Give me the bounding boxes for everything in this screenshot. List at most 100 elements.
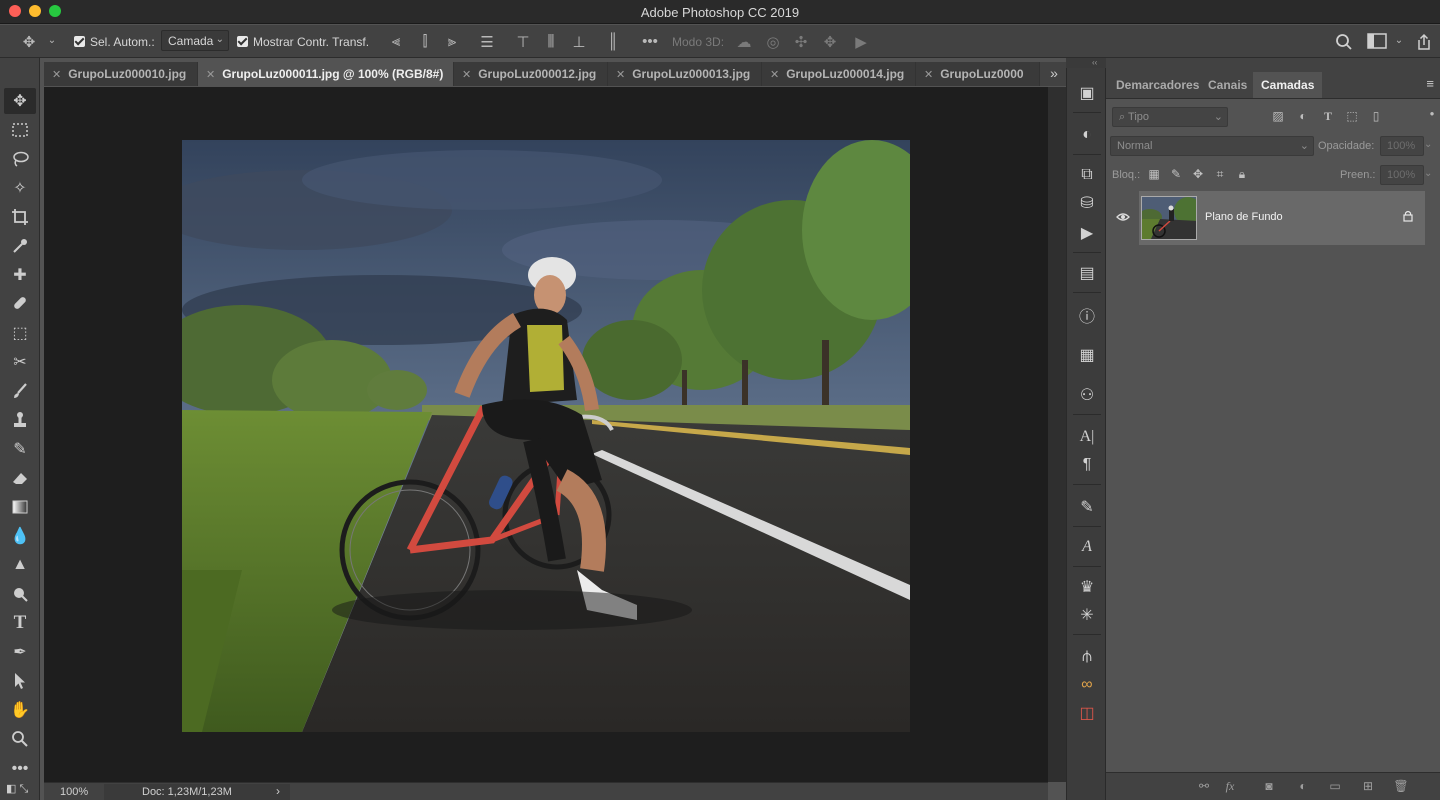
blend-mode-select[interactable]: Normal ⌄ — [1110, 136, 1314, 156]
swap-colors-icon[interactable]: ◧ ⤡ — [4, 780, 36, 798]
new-adjustment-icon[interactable]: ◐ — [1294, 779, 1312, 795]
new-group-icon[interactable]: ▭ — [1326, 779, 1344, 795]
workspace-icon[interactable] — [1366, 33, 1388, 51]
histogram-icon[interactable]: ⧉ — [1075, 164, 1099, 186]
show-transform-checkbox[interactable]: Mostrar Contr. Transf. — [237, 25, 369, 58]
checkbox-icon[interactable] — [74, 36, 85, 47]
paragraph-icon[interactable]: ¶ — [1075, 454, 1099, 476]
type-tool-icon[interactable]: T — [4, 610, 36, 636]
lock-position-icon[interactable]: ✥ — [1190, 167, 1206, 183]
align-horizontal-center-icon[interactable]: ⫿ — [416, 33, 434, 51]
infinity-plugin-icon[interactable]: ∞ — [1075, 674, 1099, 696]
zoom-tool-icon[interactable] — [4, 726, 36, 752]
edit-toolbar-icon[interactable]: ••• — [4, 756, 36, 782]
properties-icon[interactable]: ▤ — [1075, 262, 1099, 284]
pen-tool-icon[interactable]: ✒ — [4, 639, 36, 665]
clone-source-icon[interactable]: ⚇ — [1075, 384, 1099, 406]
timeline-icon[interactable]: ♛ — [1075, 576, 1099, 598]
fx-icon[interactable]: fx — [1221, 779, 1239, 795]
close-tab-icon[interactable]: ✕ — [924, 68, 933, 81]
tab-layers[interactable]: Camadas — [1253, 72, 1323, 98]
hand-tool-icon[interactable]: ✋ — [4, 697, 36, 723]
close-tab-icon[interactable]: ✕ — [616, 68, 625, 81]
eyedropper-tool-icon[interactable] — [4, 233, 36, 259]
fill-input[interactable]: 100% — [1380, 165, 1424, 185]
filter-shape-icon[interactable]: ⬚ — [1344, 109, 1360, 125]
dock-collapse-strip[interactable]: ‹‹ — [1066, 58, 1106, 68]
auto-select-checkbox[interactable]: Sel. Autom.: — [74, 25, 155, 58]
plugin-icon[interactable]: ⫛ — [1075, 646, 1099, 668]
lock-all-icon[interactable]: 🔒︎ — [1234, 167, 1250, 183]
filter-toggle-icon[interactable]: ● — [1424, 109, 1440, 125]
lock-transparent-icon[interactable]: ▦ — [1146, 167, 1162, 183]
chevron-right-icon[interactable]: › — [276, 784, 280, 798]
distribute-horizontal-icon[interactable]: ☰ — [477, 33, 497, 51]
close-tab-icon[interactable]: ✕ — [770, 68, 779, 81]
document-tab[interactable]: ✕ GrupoLuz000014.jpg — [762, 62, 916, 86]
pan-3d-icon[interactable]: ✣ — [791, 33, 811, 51]
document-canvas[interactable] — [44, 87, 1048, 782]
scale-3d-icon[interactable]: ▶ — [850, 33, 872, 51]
canvas-image[interactable] — [182, 140, 910, 732]
layer-filter-select[interactable]: ⌕ Tipo ⌄ — [1112, 107, 1228, 127]
brush-tool-icon[interactable] — [4, 378, 36, 404]
patch-tool-icon[interactable] — [4, 290, 36, 316]
chevron-down-icon[interactable]: ⌄ — [44, 35, 60, 53]
sharpen-tool-icon[interactable]: ▲ — [4, 552, 36, 578]
layer-row[interactable]: Plano de Fundo — [1139, 191, 1425, 245]
orbit-3d-icon[interactable]: ☁ — [734, 33, 754, 51]
info-icon[interactable]: ⓘ — [1075, 304, 1099, 326]
distribute-vertical-icon[interactable]: ║ — [604, 33, 622, 51]
crop-tool-icon[interactable] — [4, 204, 36, 230]
add-mask-icon[interactable]: ◙ — [1260, 779, 1278, 795]
layer-name[interactable]: Plano de Fundo — [1205, 211, 1283, 223]
document-tab[interactable]: ✕ GrupoLuz000013.jpg — [608, 62, 762, 86]
tab-paths[interactable]: Demarcadores — [1108, 72, 1207, 98]
close-tab-icon[interactable]: ✕ — [52, 68, 61, 81]
align-right-icon[interactable]: ⫸ — [443, 33, 461, 51]
character-icon[interactable]: A| — [1075, 426, 1099, 448]
lasso-tool-icon[interactable] — [4, 146, 36, 172]
opacity-input[interactable]: 100% — [1380, 136, 1424, 156]
zoom-level[interactable]: 100% — [60, 786, 88, 798]
checkbox-icon[interactable] — [237, 36, 248, 47]
close-tab-icon[interactable]: ✕ — [462, 68, 471, 81]
red-eye-tool-icon[interactable]: ✂ — [4, 349, 36, 375]
auto-select-target-select[interactable]: Camada ⌄ — [161, 30, 229, 51]
content-aware-move-tool-icon[interactable]: ⬚ — [4, 320, 36, 346]
slide-3d-icon[interactable]: ✥ — [820, 33, 840, 51]
visibility-eye-icon[interactable] — [1116, 211, 1130, 225]
share-icon[interactable] — [1414, 33, 1434, 51]
document-tab[interactable]: ✕ GrupoLuz000012.jpg — [454, 62, 608, 86]
tab-channels[interactable]: Canais — [1200, 72, 1255, 98]
new-layer-icon[interactable]: ⊞ — [1359, 779, 1377, 795]
filter-pixel-icon[interactable]: ▨ — [1270, 109, 1286, 125]
3d-icon[interactable]: ⛁ — [1075, 192, 1099, 214]
link-layers-icon[interactable]: ⚯ — [1195, 779, 1213, 795]
more-options-icon[interactable]: ••• — [640, 33, 660, 51]
chevron-down-icon[interactable]: ⌄ — [1424, 168, 1432, 179]
gradient-tool-icon[interactable] — [4, 494, 36, 520]
history-brush-tool-icon[interactable]: ✎ — [4, 436, 36, 462]
roll-3d-icon[interactable]: ◎ — [763, 33, 783, 51]
adjustments-icon[interactable]: ◐ — [1075, 124, 1099, 146]
magic-wand-tool-icon[interactable]: ✧ — [4, 175, 36, 201]
marquee-tool-icon[interactable] — [4, 117, 36, 143]
document-tab-active[interactable]: ✕ GrupoLuz000011.jpg @ 100% (RGB/8#) — [198, 62, 454, 86]
channels-star-icon[interactable]: ✳ — [1075, 604, 1099, 626]
document-tab[interactable]: ✕ GrupoLuz0000 — [916, 62, 1040, 86]
healing-brush-tool-icon[interactable]: ✚ — [4, 262, 36, 288]
delete-layer-icon[interactable]: 🗑︎ — [1392, 779, 1410, 795]
frame-plugin-icon[interactable]: ◫ — [1075, 702, 1099, 724]
filter-type-icon[interactable]: T — [1320, 109, 1336, 125]
actions-play-icon[interactable]: ▶ — [1075, 222, 1099, 244]
chevron-down-icon[interactable]: ⌄ — [1424, 139, 1432, 150]
artboards-icon[interactable]: ▣ — [1075, 82, 1099, 104]
search-icon[interactable] — [1334, 33, 1354, 51]
tabs-overflow-icon[interactable]: » — [1044, 62, 1064, 86]
align-left-icon[interactable]: ⫷ — [387, 33, 405, 51]
blur-tool-icon[interactable]: 💧 — [4, 523, 36, 549]
notes-icon[interactable]: ✎ — [1075, 496, 1099, 518]
move-tool-icon[interactable]: ✥ — [4, 88, 36, 114]
panel-menu-icon[interactable]: ≡ — [1426, 76, 1434, 91]
